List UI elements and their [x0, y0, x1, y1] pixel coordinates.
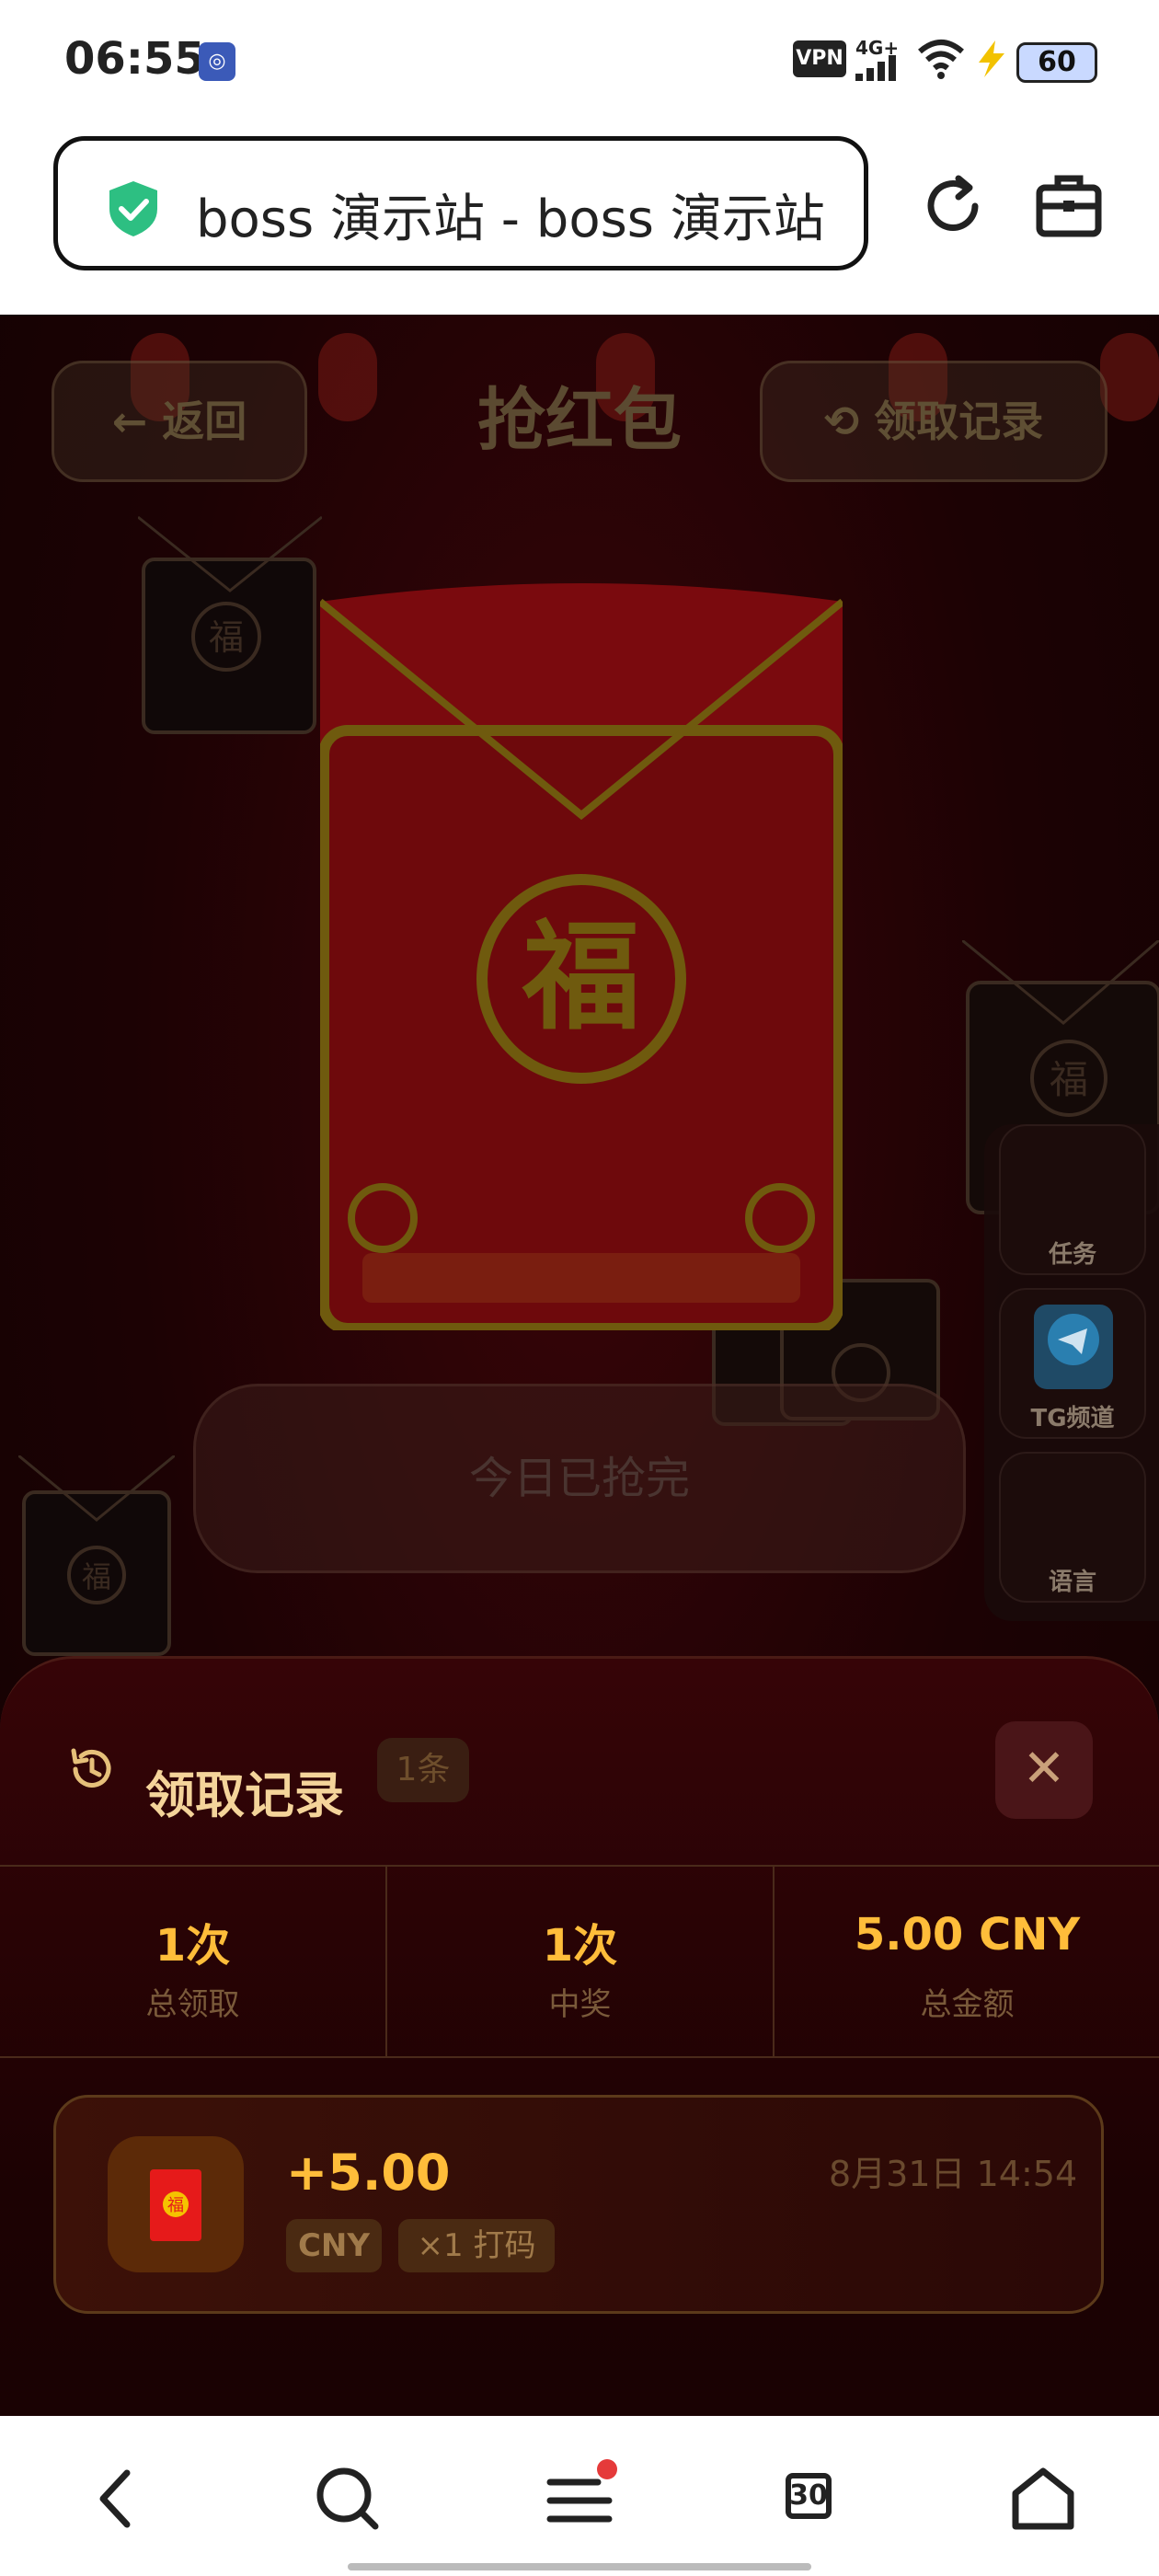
- sheet-title: 领取记录: [145, 1766, 344, 1824]
- lantern-decoration: [318, 333, 377, 421]
- lantern-decoration: [1100, 333, 1159, 421]
- status-bar: 06:55 ◎ VPN 4G+ 60: [0, 0, 1159, 124]
- back-button-label: 返回: [162, 397, 247, 446]
- back-icon[interactable]: [70, 2453, 162, 2545]
- history-icon: ⟲: [823, 397, 860, 446]
- grab-button[interactable]: 今日已抢完: [193, 1384, 966, 1573]
- svg-text:福: 福: [209, 617, 244, 658]
- shield-check-icon: [109, 181, 157, 236]
- stat-wins: 1次 中奖: [387, 1867, 773, 2056]
- stats-row: 1次 总领取 1次 中奖 5.00 CNY 总金额: [0, 1865, 1159, 2058]
- currency-badge: CNY: [286, 2219, 382, 2272]
- stat-value: 5.00 CNY: [854, 1909, 1081, 1961]
- stat-label: 总领取: [145, 1986, 240, 2023]
- svg-text:福: 福: [167, 2196, 184, 2215]
- close-button[interactable]: ✕: [995, 1721, 1093, 1819]
- svg-text:福: 福: [1050, 1057, 1088, 1102]
- history-sheet: 领取记录 1条 ✕ 1次 总领取 1次 中奖 5.00 CNY 总金额 福 +5…: [0, 1656, 1159, 2416]
- side-task-button[interactable]: 任务: [999, 1124, 1146, 1275]
- history-button[interactable]: ⟲ 领取记录: [760, 361, 1107, 482]
- wager-multiplier-badge: ×1 打码: [398, 2219, 555, 2272]
- side-language-label: 语言: [1048, 1569, 1096, 1596]
- back-button[interactable]: ← 返回: [52, 361, 307, 482]
- stat-label: 总金额: [920, 1986, 1015, 2023]
- status-time: 06:55: [64, 33, 205, 85]
- envelope-character: 福: [522, 909, 640, 1046]
- side-language-button[interactable]: 语言: [999, 1452, 1146, 1603]
- record-amount: +5.00: [286, 2144, 451, 2202]
- record-item: 福 +5.00 8月31日 14:54 CNY ×1 打码: [53, 2095, 1104, 2314]
- arrow-left-icon: ←: [111, 397, 148, 446]
- stat-value: 1次: [542, 1920, 618, 1972]
- home-icon[interactable]: [997, 2453, 1089, 2545]
- wifi-icon: [918, 40, 964, 79]
- search-icon[interactable]: [302, 2453, 394, 2545]
- stat-total-amount: 5.00 CNY 总金额: [775, 1867, 1159, 2056]
- battery-level: 60: [1016, 42, 1097, 83]
- address-bar[interactable]: boss 演示站 - boss 演示站: [53, 136, 868, 270]
- side-telegram-button[interactable]: TG频道: [999, 1288, 1146, 1439]
- close-icon: ✕: [1022, 1739, 1066, 1799]
- stat-label: 中奖: [548, 1986, 612, 2023]
- red-packet-icon: 福: [108, 2136, 244, 2272]
- lantern-decoration: [596, 333, 655, 421]
- stat-total-claims: 1次 总领取: [0, 1867, 385, 2056]
- telegram-icon: [1034, 1305, 1113, 1389]
- stat-value: 1次: [155, 1920, 231, 1972]
- toolbox-icon[interactable]: [1034, 171, 1104, 241]
- record-count-badge: 1条: [377, 1738, 469, 1802]
- record-time: 8月31日 14:54: [829, 2154, 1078, 2194]
- history-button-label: 领取记录: [874, 397, 1044, 446]
- side-telegram-label: TG频道: [1030, 1405, 1115, 1432]
- red-envelope[interactable]: 福: [320, 574, 843, 1330]
- side-menu: 任务 TG频道 语言: [984, 1124, 1159, 1621]
- address-text: boss 演示站 - boss 演示站: [196, 190, 825, 249]
- app-notification-icon: ◎: [199, 42, 235, 81]
- reload-icon[interactable]: [918, 171, 988, 241]
- browser-nav-bar: 30: [0, 2416, 1159, 2576]
- menu-icon[interactable]: [534, 2453, 625, 2545]
- small-envelope-decoration: 福: [18, 1455, 175, 1656]
- tabs-count: 30: [789, 2479, 828, 2512]
- small-envelope-decoration: 福: [138, 515, 322, 734]
- history-icon: [71, 1748, 111, 1788]
- side-task-label: 任务: [1048, 1241, 1096, 1269]
- charging-icon: [979, 40, 1004, 77]
- vpn-badge: VPN: [793, 40, 846, 77]
- tabs-icon[interactable]: 30: [765, 2453, 857, 2545]
- svg-text:福: 福: [82, 1559, 111, 1594]
- signal-icon: [855, 55, 896, 81]
- home-indicator: [348, 2563, 811, 2570]
